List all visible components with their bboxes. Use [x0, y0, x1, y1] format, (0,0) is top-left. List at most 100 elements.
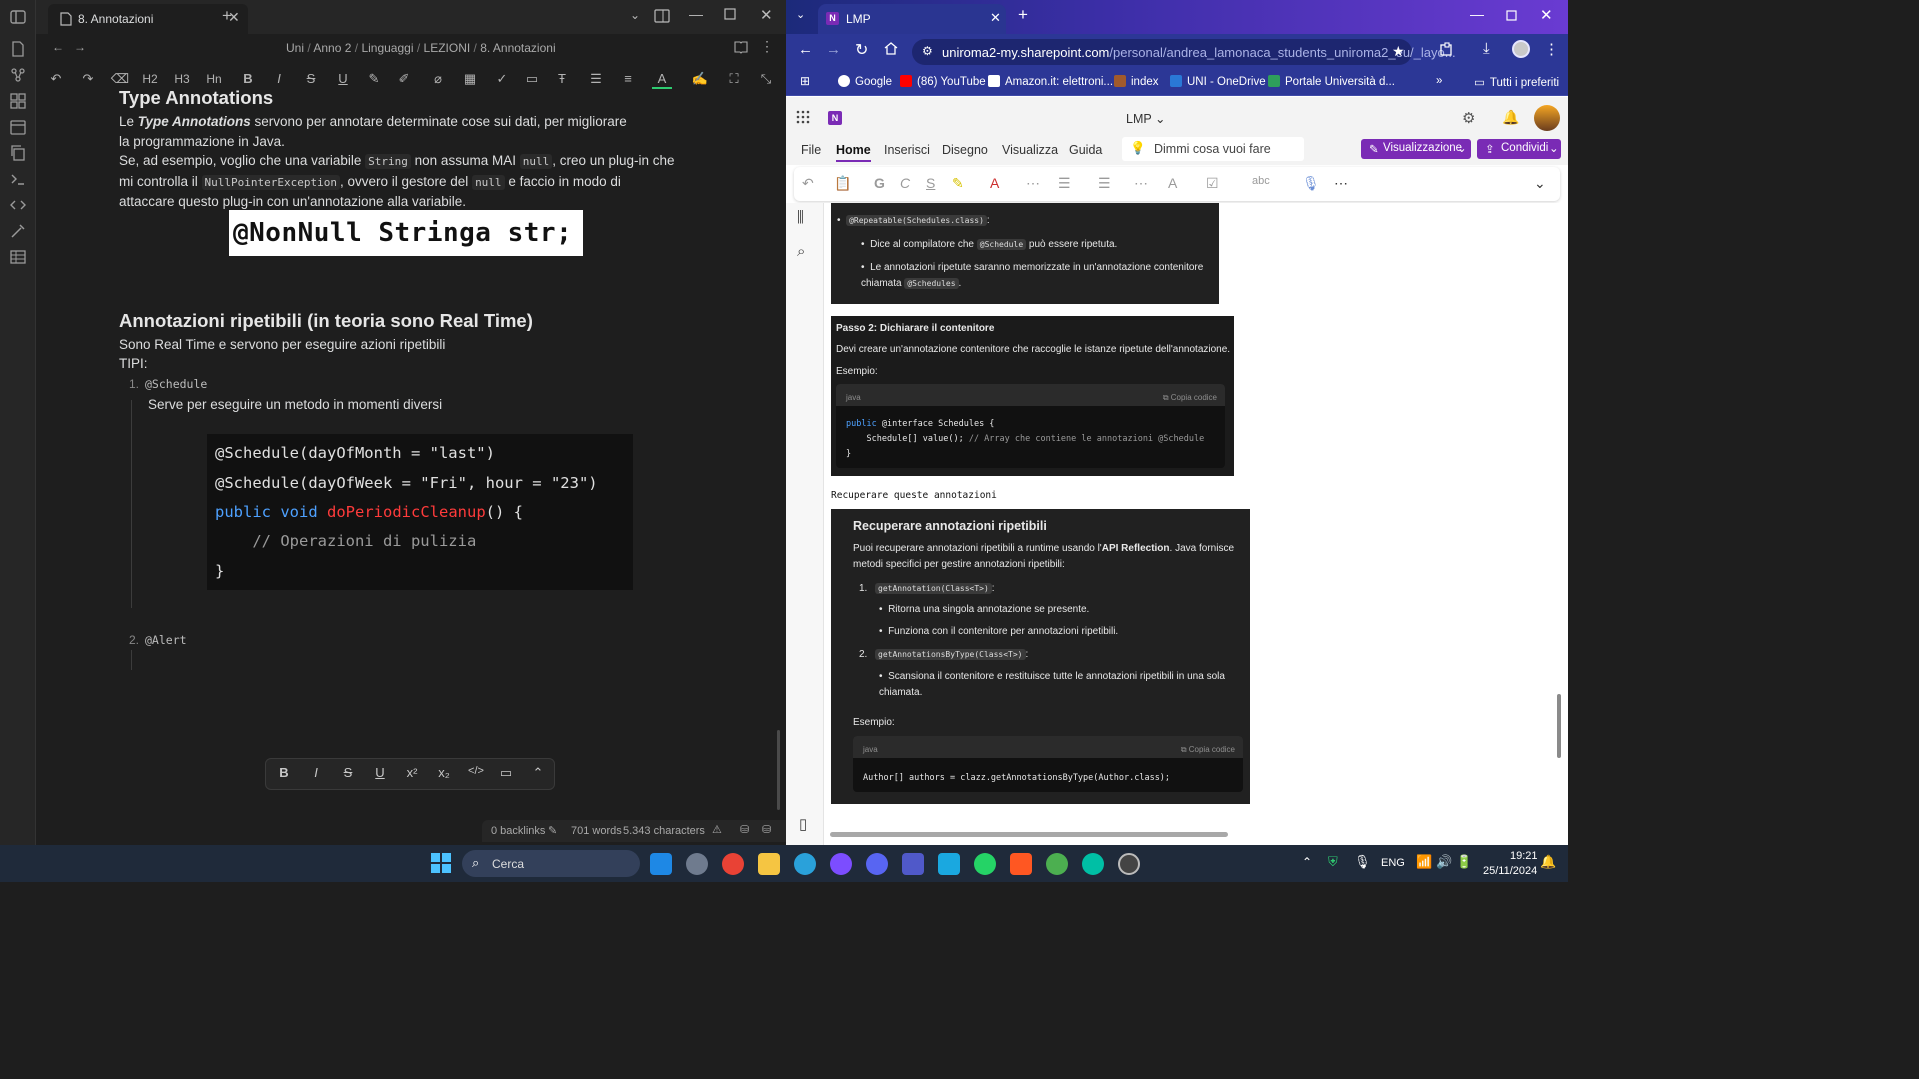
reading-view-icon[interactable]	[734, 40, 748, 54]
file-explorer-icon[interactable]	[758, 853, 780, 875]
minimize-icon[interactable]: —	[689, 6, 703, 22]
split-view-icon[interactable]	[654, 9, 670, 23]
code-icon[interactable]: </>	[466, 765, 486, 777]
undo-icon[interactable]: ↶	[802, 175, 814, 192]
tab-search-icon[interactable]: ⌄	[796, 8, 805, 21]
language-indicator[interactable]: ENG	[1381, 857, 1405, 869]
bookmark-amazon[interactable]: Amazon.it: elettroni...	[988, 75, 1113, 88]
back-arrow-icon[interactable]: ←	[52, 40, 64, 54]
home-icon[interactable]	[884, 41, 898, 55]
more-format-icon[interactable]: ⋯	[1026, 175, 1040, 192]
dictate-mic-icon[interactable]: 🎙	[1302, 175, 1320, 192]
heading-n-button[interactable]: Hn	[204, 69, 224, 89]
obsidian-icon[interactable]	[830, 853, 852, 875]
align-icon[interactable]: ≡	[618, 69, 638, 89]
windows-start-icon[interactable]	[431, 853, 451, 873]
battery-icon[interactable]: 🔋	[1456, 854, 1472, 870]
chrome-menu-icon[interactable]: ⋮	[1544, 40, 1559, 58]
eraser-icon[interactable]: ⌫	[110, 69, 130, 89]
superscript-icon[interactable]: x²	[402, 765, 422, 780]
sidebar-toggle-icon[interactable]	[9, 8, 27, 26]
note-tab[interactable]: 8. Annotazioni ✕	[48, 4, 248, 34]
forward-icon[interactable]: →	[826, 41, 841, 58]
breadcrumb-item[interactable]: LEZIONI	[424, 41, 471, 55]
font-color-icon[interactable]: A	[990, 175, 999, 191]
tab-disegno[interactable]: Disegno	[942, 143, 988, 157]
bookmark-index[interactable]: index	[1114, 75, 1159, 88]
table-icon[interactable]	[9, 248, 27, 266]
collapse-icon[interactable]: ⤡	[756, 69, 776, 89]
show-hidden-icons[interactable]: ⌃	[1302, 855, 1312, 869]
wifi-icon[interactable]: 📶	[1416, 854, 1432, 870]
file-icon[interactable]	[9, 40, 27, 58]
view-mode-button[interactable]: ✎ Visualizzazione ⌄	[1361, 139, 1471, 159]
discord-icon[interactable]	[866, 853, 888, 875]
user-avatar[interactable]	[1534, 105, 1560, 131]
tab-visualizza[interactable]: Visualizza	[1002, 143, 1058, 157]
italic-icon[interactable]: I	[306, 765, 326, 780]
comment-icon[interactable]: ▭	[522, 69, 542, 89]
tab-home[interactable]: Home	[836, 143, 871, 162]
bullets-icon[interactable]: ☰	[1058, 175, 1071, 192]
vertical-scrollbar[interactable]	[1557, 694, 1561, 758]
address-bar[interactable]: ⚙ uniroma2-my.sharepoint.com/personal/an…	[912, 39, 1456, 65]
underline-button[interactable]: U	[333, 69, 353, 89]
tab-guida[interactable]: Guida	[1069, 143, 1102, 157]
text-color-icon[interactable]: A	[652, 69, 672, 89]
chrome-active-icon[interactable]	[1046, 853, 1068, 875]
teams-icon[interactable]	[902, 853, 924, 875]
microphone-icon[interactable]: 🎙	[1354, 854, 1371, 870]
back-icon[interactable]: ←	[798, 41, 813, 58]
underline-icon[interactable]: U	[370, 765, 390, 780]
more-list-icon[interactable]: ⋯	[1134, 175, 1148, 192]
clock-date[interactable]: 25/11/2024	[1483, 865, 1537, 877]
app-icon[interactable]	[686, 853, 708, 875]
extensions-icon[interactable]	[1440, 42, 1454, 56]
table-insert-icon[interactable]: ▦	[460, 69, 480, 89]
new-tab-icon[interactable]: +	[222, 6, 232, 26]
warning-icon[interactable]: ⚠	[712, 823, 722, 836]
copy-icon[interactable]	[9, 144, 27, 162]
download-icon[interactable]: ⤓	[1483, 40, 1490, 57]
whatsapp-icon[interactable]	[974, 853, 996, 875]
notebooks-icon[interactable]: ⫼	[797, 209, 804, 226]
breadcrumb-item[interactable]: 8. Annotazioni	[480, 41, 555, 55]
strikethrough-icon[interactable]: S	[338, 765, 358, 780]
highlighter-icon[interactable]: ✎	[364, 69, 384, 89]
collapse-up-icon[interactable]: ⌃	[528, 765, 548, 781]
copy-code-button[interactable]: ⧉ Copia codice	[1181, 742, 1235, 758]
bookmark-onedrive[interactable]: UNI - OneDrive	[1170, 75, 1266, 88]
bold-icon[interactable]: B	[274, 765, 294, 780]
bookmark-portale[interactable]: Portale Università d...	[1268, 75, 1395, 88]
horizontal-scrollbar[interactable]	[830, 832, 1228, 837]
archive-icon[interactable]: ⛁	[762, 823, 771, 836]
list-icon[interactable]: ☰	[586, 69, 606, 89]
profile-avatar[interactable]	[1512, 40, 1530, 58]
scrollbar[interactable]	[777, 730, 780, 810]
strikethrough-button[interactable]: S	[301, 69, 321, 89]
share-button[interactable]: ⇪ Condividi ⌄	[1477, 139, 1561, 159]
numbering-icon[interactable]: ☰	[1098, 175, 1111, 192]
spelling-icon[interactable]: abc	[1252, 175, 1270, 187]
edit-box-icon[interactable]: ✐	[394, 69, 414, 89]
forward-arrow-icon[interactable]: →	[74, 40, 86, 54]
taskbar-search[interactable]: ⌕ Cerca	[462, 850, 640, 877]
graph-icon[interactable]	[9, 66, 27, 84]
security-icon[interactable]: ⛨	[1328, 854, 1338, 870]
close-window-icon[interactable]: ✕	[1540, 6, 1553, 24]
app-icon[interactable]	[938, 853, 960, 875]
text-format-icon[interactable]: Ŧ	[552, 69, 572, 89]
tag-icon[interactable]: ☑	[1206, 175, 1219, 192]
notification-icon[interactable]: 🔔	[1540, 854, 1556, 870]
breadcrumb-item[interactable]: Anno 2	[313, 41, 351, 55]
apps-icon[interactable]: ⊞	[800, 74, 810, 88]
minimize-icon[interactable]: —	[1470, 6, 1484, 22]
paperclip-icon[interactable]: ⌀	[428, 69, 448, 89]
close-tab-icon[interactable]: ✕	[990, 10, 1001, 26]
chevron-down-icon[interactable]: ⌄	[630, 8, 640, 22]
highlight-color-icon[interactable]: ✍	[690, 69, 710, 89]
underline-icon[interactable]: S	[926, 175, 935, 191]
notification-bell-icon[interactable]: 🔔	[1502, 109, 1519, 126]
bookmark-star-icon[interactable]: ★	[1392, 43, 1405, 60]
fullscreen-icon[interactable]: ⛶	[724, 69, 744, 89]
